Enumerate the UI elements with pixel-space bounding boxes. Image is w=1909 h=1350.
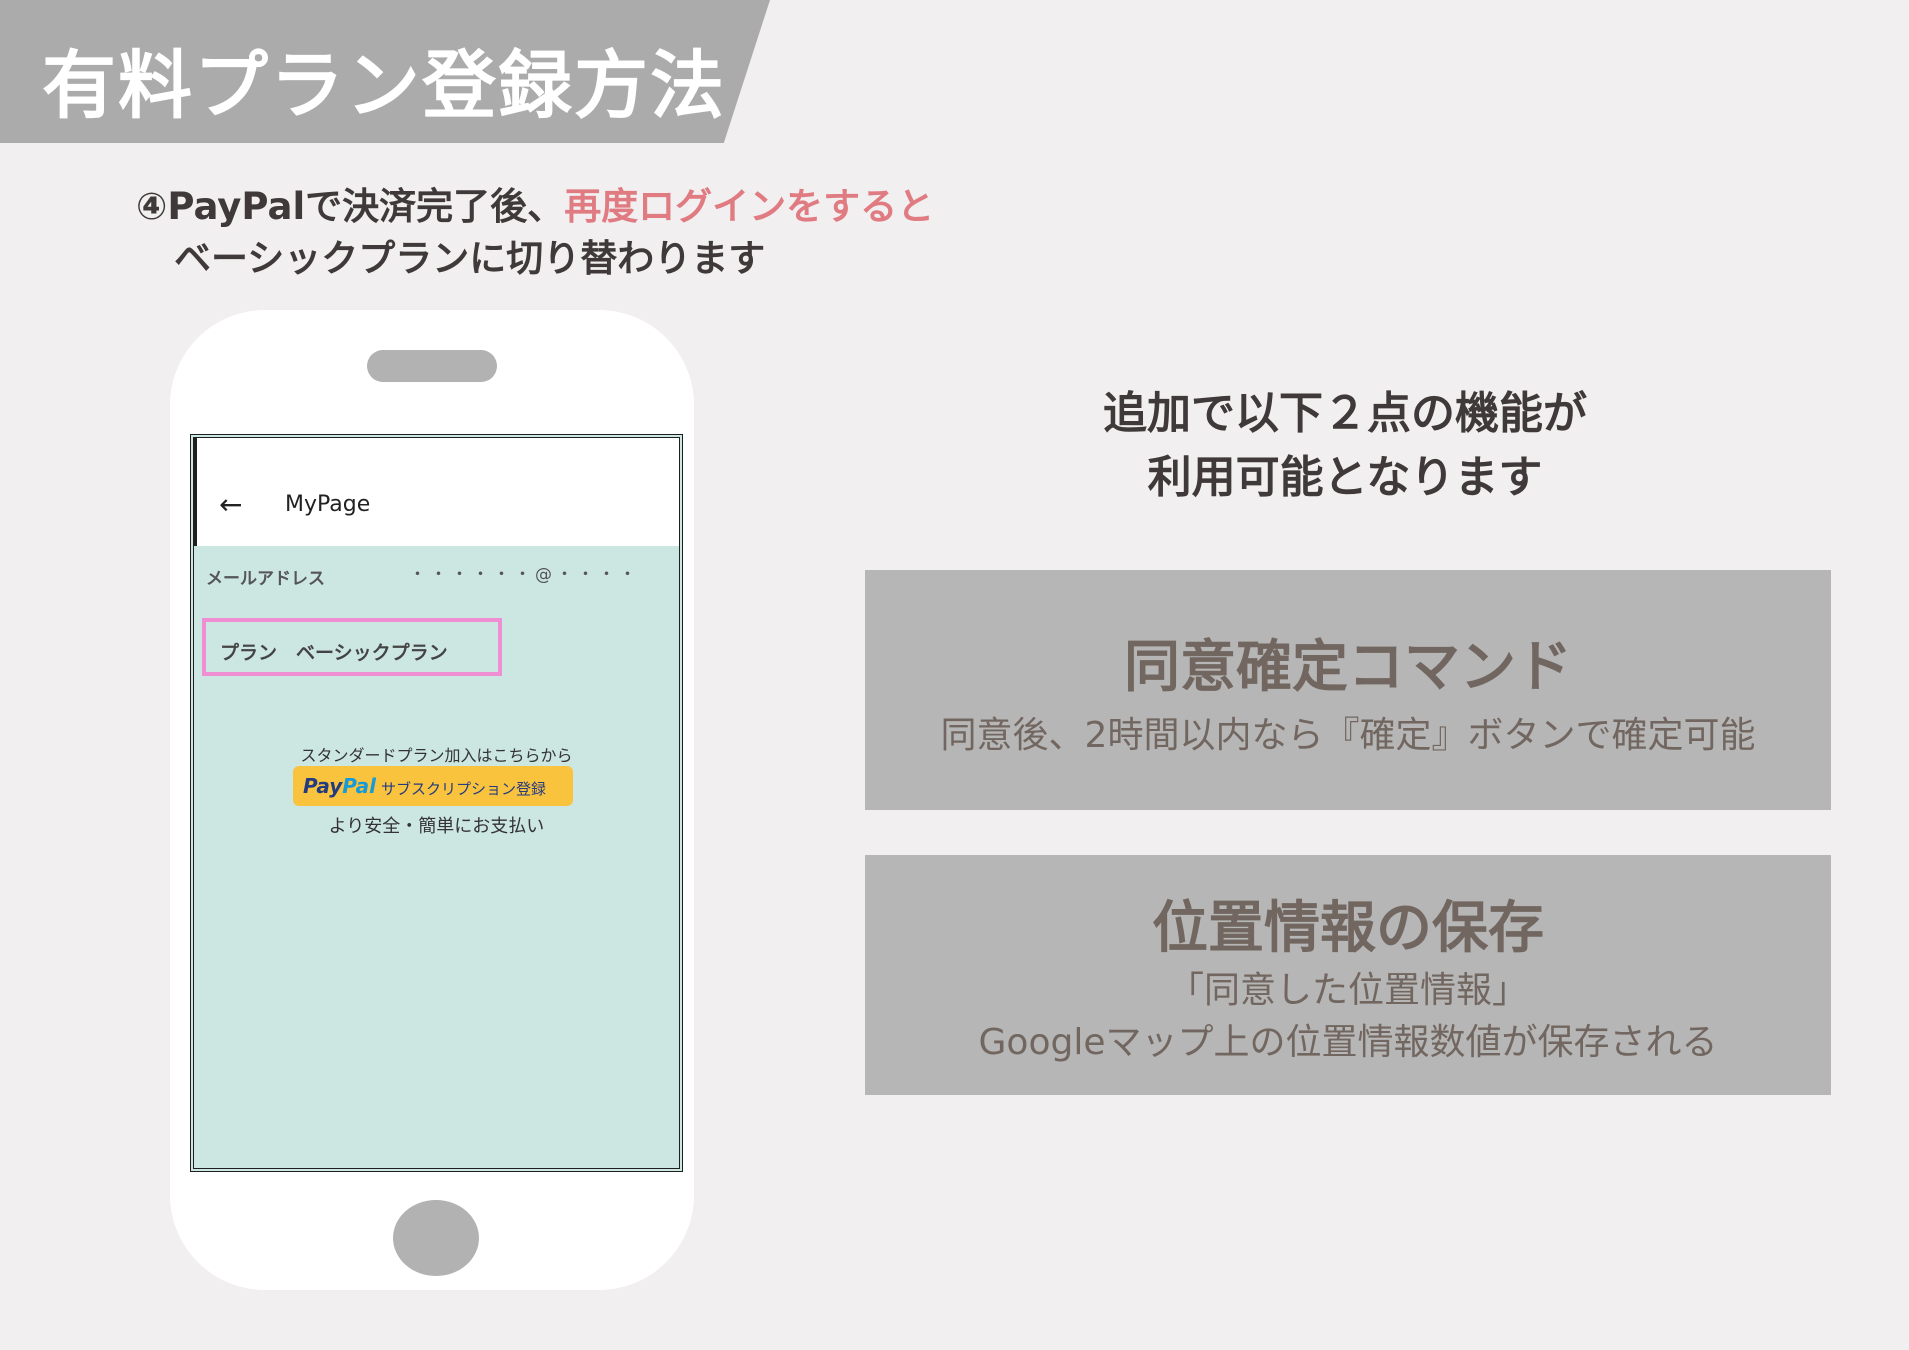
phone-screen: ← MyPage メールアドレス ・・・・・・@・・・・ プラン ベーシックプラ… [190,434,683,1172]
email-value: ・・・・・・@・・・・ [409,565,640,585]
paypal-subscribe-button[interactable]: PayPal サブスクリプション登録 [293,766,573,806]
feature-card-title: 位置情報の保存 [1152,896,1544,961]
paypal-logo: PayPal [303,774,377,798]
feature-card-desc-line1: 「同意した位置情報」 [1167,970,1528,1011]
back-arrow-icon[interactable]: ← [219,488,242,521]
paypal-subscription-label: サブスクリプション登録 [381,780,547,798]
feature-intro: 追加で以下２点の機能が 利用可能となります [865,382,1825,510]
feature-intro-line2: 利用可能となります [1147,452,1543,503]
page-title: 有料プラン登録方法 [42,43,726,129]
app-header: ← MyPage [194,438,679,546]
feature-card-consent-command: 同意確定コマンド 同意後、2時間以内なら『確定』ボタンで確定可能 [865,570,1831,810]
feature-card-desc: 同意後、2時間以内なら『確定』ボタンで確定可能 [940,715,1756,756]
email-label: メールアドレス [206,569,325,589]
standard-plan-text: スタンダードプラン加入はこちらから [300,746,573,765]
step-text: ④PayPalで決済完了後、 [136,185,565,228]
step-instruction-line2: ベーシックプランに切り替わります [174,237,766,280]
step-highlight-text: 再度ログインをすると [564,185,935,228]
feature-intro-line1: 追加で以下２点の機能が [1103,388,1587,439]
safe-payment-text: より安全・簡単にお支払い [328,816,545,837]
plan-text: プラン ベーシックプラン [220,642,448,664]
feature-card-desc-line2: Googleマップ上の位置情報数値が保存される [978,1022,1718,1063]
step-instruction-line1: ④PayPalで決済完了後、再度ログインをすると [136,176,934,230]
phone-speaker [367,350,497,382]
feature-card-location-save: 位置情報の保存 「同意した位置情報」 Googleマップ上の位置情報数値が保存さ… [865,855,1831,1095]
plan-highlight-box: プラン ベーシックプラン [202,618,502,676]
app-title: MyPage [285,492,371,517]
feature-card-title: 同意確定コマンド [1124,635,1572,700]
phone-home-button [393,1200,479,1276]
